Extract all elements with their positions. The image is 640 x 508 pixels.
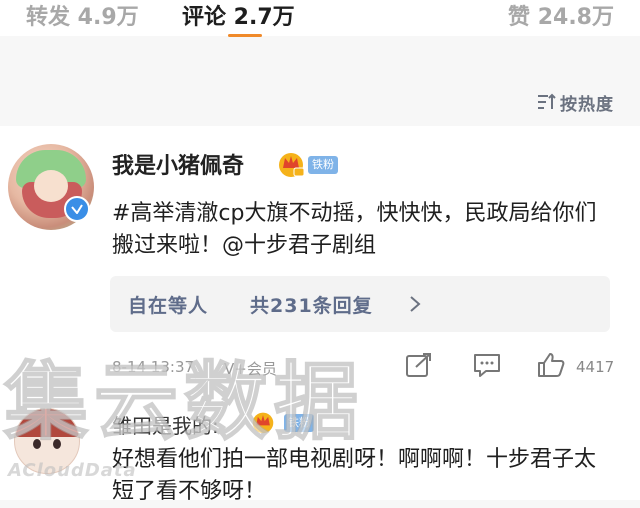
sort-by-hot-button[interactable]: 按热度 [536, 89, 614, 115]
fan-badge: 铁粉 [284, 414, 314, 432]
comment-text: 好想看他们拍一部电视剧呀！啊啊啊！十步君子太短了看不够呀！ [112, 447, 597, 504]
tab-likes[interactable]: 赞 24.8万 [508, 3, 614, 33]
tab-reposts[interactable]: 转发 4.9万 [26, 3, 139, 33]
vip-label: V+会员 [224, 360, 277, 378]
fan-badge: 铁粉 [308, 156, 338, 174]
like-count: 4417 [576, 358, 615, 376]
comment-username[interactable]: 雏田是我的: [112, 410, 219, 439]
crown-vip-icon [279, 153, 305, 177]
thumbs-up-icon[interactable] [536, 352, 566, 378]
sort-row: 按热度 [0, 37, 640, 125]
comment-icon[interactable] [472, 352, 502, 378]
tab-bar: 转发 4.9万 评论 2.7万 赞 24.8万 [0, 0, 640, 37]
comment-meta-row: 8-14 13:37 V+会员 4417 [0, 340, 640, 390]
sort-label: 按热度 [560, 94, 614, 115]
sort-icon [538, 93, 556, 109]
share-icon[interactable] [404, 352, 434, 378]
view-replies-button[interactable]: 自在等人 共231条回复 [110, 276, 610, 332]
comment-username[interactable]: 我是小猪佩奇 [112, 152, 244, 182]
comment-card: 我是小猪佩奇 铁粉 #高举清澈cp大旗不动摇，快快快，民政局给你们搬过来啦！@十… [0, 126, 640, 366]
comment-card: 雏田是我的: 铁粉 好想看他们拍一部电视剧呀！啊啊啊！十步君子太短了看不够呀！ [0, 390, 640, 504]
crown-vip-icon [252, 412, 274, 434]
tab-comments[interactable]: 评论 2.7万 [182, 3, 295, 33]
reply-preview-user: 自在等人 [128, 295, 209, 317]
avatar[interactable] [14, 408, 80, 474]
reply-count: 共231条回复 [250, 295, 373, 317]
comment-text: #高举清澈cp大旗不动摇，快快快，民政局给你们搬过来啦！@十步君子剧组 [112, 201, 597, 258]
comment-date: 8-14 13:37 [112, 358, 195, 376]
chevron-right-icon [410, 296, 421, 312]
verified-icon [64, 196, 90, 222]
